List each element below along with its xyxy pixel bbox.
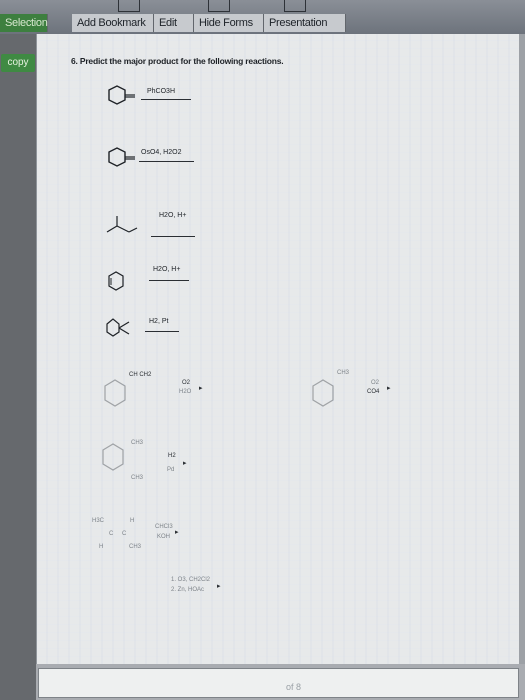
reaction-8-bottom-label: CH3 [131, 475, 144, 481]
reaction-8-reagent-bottom: Pd [167, 467, 175, 473]
toolbar: Selection Add Bookmark Edit Hide Forms P… [0, 0, 525, 34]
left-panel: copy [0, 34, 36, 700]
reagent-2-label: OsO4, H2O2 [141, 149, 182, 156]
reagent-4-label: H2O, H+ [153, 266, 181, 273]
styrene-structure [104, 379, 126, 407]
reaction-8-arrowhead: ▸ [183, 460, 187, 467]
reaction-7-substituent: CH3 [337, 370, 350, 376]
reaction-9-label-c1: C [109, 531, 114, 537]
notes-box[interactable] [38, 668, 519, 698]
reaction-6-reagent-top: O2 [182, 380, 191, 386]
reaction-9-label-h2: H [99, 544, 104, 550]
toolbar-icon-row [0, 0, 525, 14]
menu-row: Selection Add Bookmark Edit Hide Forms P… [0, 13, 525, 33]
reaction-10-reagent-top: 1. O3, CH2Cl2 [171, 577, 211, 583]
reaction-5-arrow [145, 331, 179, 332]
reaction-10-arrowhead: ▸ [217, 583, 221, 590]
reaction-9-label-c2: C [122, 531, 127, 537]
reaction-4-arrow [149, 280, 189, 281]
cyclohexene-structure [108, 271, 124, 291]
methylenecyclohexane-structure [108, 85, 135, 105]
reaction-6-substituents: CH CH2 [129, 372, 152, 378]
document-page: 6. Predict the major product for the fol… [36, 34, 520, 664]
reaction-2-arrow [139, 161, 194, 162]
page-indicator: of 8 [286, 682, 302, 692]
question-heading: 6. Predict the major product for the fol… [71, 56, 284, 66]
reaction-9-label-h3c: H3C [92, 518, 105, 524]
cyclohexylidene-structure [106, 318, 130, 337]
selection-tab[interactable]: Selection [0, 14, 48, 32]
edit-button[interactable]: Edit [154, 14, 194, 32]
reaction-9-label-h: H [130, 518, 135, 524]
reagent-3-label: H2O, H+ [159, 212, 187, 219]
reaction-7-arrowhead: ▸ [387, 385, 391, 392]
bookmark-icon[interactable] [118, 0, 140, 12]
reaction-6-reagent-bottom: H2O [179, 389, 192, 395]
methylenecyclohexane-structure [108, 147, 135, 167]
page-right-edge [519, 34, 525, 664]
presentation-icon[interactable] [284, 0, 306, 12]
toluene-structure [312, 379, 334, 407]
presentation-button[interactable]: Presentation [264, 14, 346, 32]
reaction-1-arrow [141, 99, 191, 100]
bottom-strip: of 8 [36, 664, 525, 700]
reaction-3-arrow [151, 236, 195, 237]
reaction-8-top-label: CH3 [131, 440, 144, 446]
alkene-structure [106, 216, 138, 233]
reaction-7-reagent-top: O2 [371, 380, 380, 386]
reagent-5-label: H2, Pt [149, 318, 169, 325]
reaction-7-reagent-bottom: CO4 [367, 389, 380, 395]
forms-icon[interactable] [208, 0, 230, 12]
reaction-9-arrowhead: ▸ [175, 529, 179, 536]
reaction-9-reagent-bottom: KOH [157, 534, 171, 540]
hide-forms-button[interactable]: Hide Forms [194, 14, 264, 32]
reaction-6-arrowhead: ▸ [199, 385, 203, 392]
reaction-10-reagent-bottom: 2. Zn, HOAc [171, 587, 205, 593]
add-bookmark-button[interactable]: Add Bookmark [72, 14, 154, 32]
reaction-8-reagent-top: H2 [168, 453, 176, 459]
reaction-9-label-ch3: CH3 [129, 544, 142, 550]
reaction-9-reagent-top: CHCl3 [155, 524, 173, 530]
reagent-1-label: PhCO3H [147, 88, 176, 95]
copy-button[interactable]: copy [1, 54, 35, 72]
